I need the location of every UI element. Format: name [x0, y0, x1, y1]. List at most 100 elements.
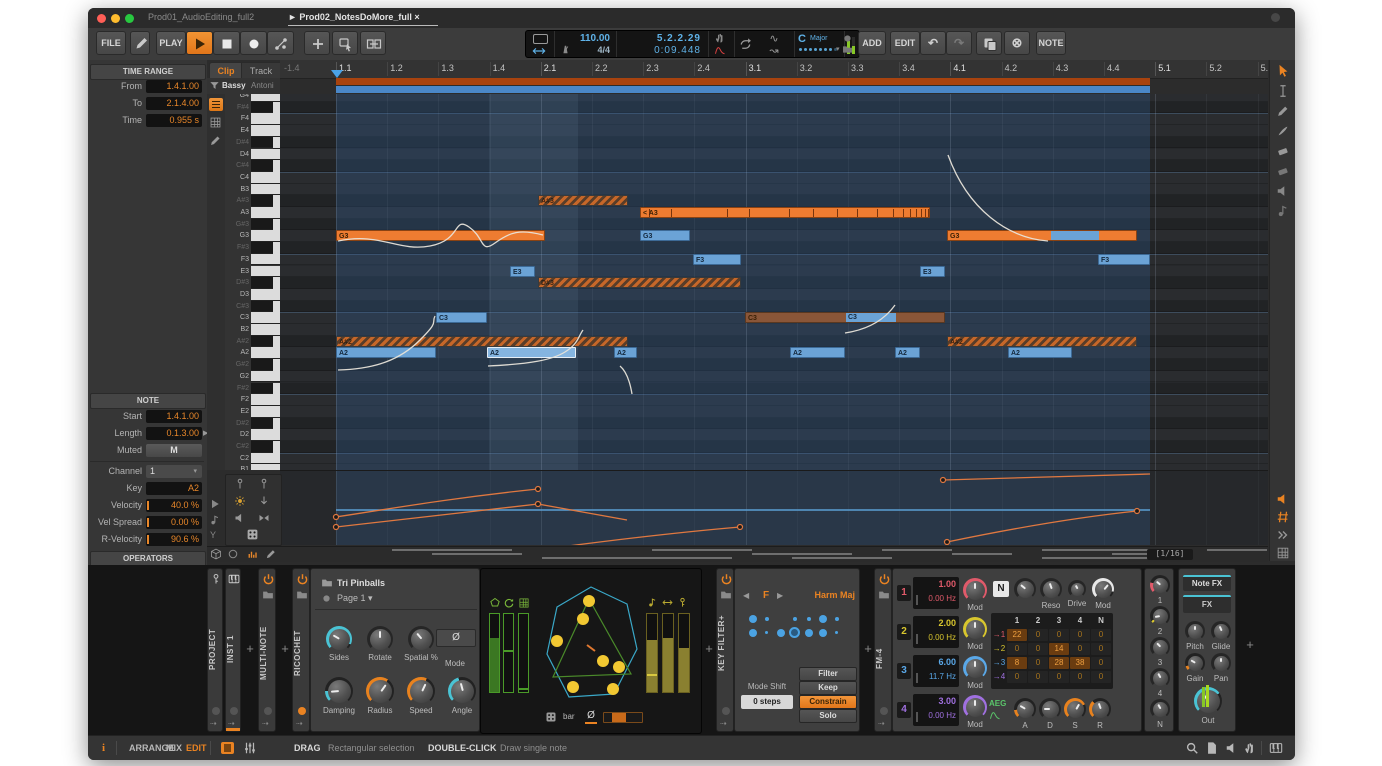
- op-freq[interactable]: 11.7 Hz: [913, 672, 956, 683]
- scale-name[interactable]: Harm Maj: [797, 590, 855, 602]
- ricochet-dice-icon[interactable]: [545, 711, 557, 723]
- track-name-1[interactable]: Bassy: [222, 81, 252, 92]
- stop-button[interactable]: [213, 31, 240, 55]
- view-mix[interactable]: MIX: [166, 743, 182, 754]
- piano-key-row[interactable]: F#2: [225, 383, 280, 395]
- pointer-tool-icon[interactable]: [1276, 64, 1290, 78]
- midi-note[interactable]: A2: [1008, 347, 1072, 358]
- matrix-cell[interactable]: 14: [1049, 643, 1069, 655]
- fm-out-knob-n[interactable]: [1150, 699, 1170, 719]
- op-ratio[interactable]: 1.00: [913, 579, 956, 590]
- white-key[interactable]: [251, 289, 280, 301]
- swing-wave[interactable]: ∿: [760, 32, 788, 44]
- device-indicator[interactable]: [880, 707, 888, 715]
- scale-dot[interactable]: [819, 615, 827, 623]
- view-edit[interactable]: EDIT: [186, 743, 207, 754]
- scale-dot[interactable]: [765, 617, 769, 621]
- midi-note[interactable]: E3: [920, 266, 945, 277]
- midi-note[interactable]: G3: [640, 230, 690, 241]
- undo-button[interactable]: ↶: [920, 31, 946, 55]
- op-mod-knob[interactable]: [963, 617, 987, 641]
- piano-key-row[interactable]: D3: [225, 289, 280, 301]
- display-slider[interactable]: [678, 613, 690, 693]
- channel-field[interactable]: 1▾: [146, 465, 202, 478]
- ricochet-knob-sides[interactable]: [326, 626, 352, 652]
- matrix-cell[interactable]: 0: [1028, 643, 1048, 655]
- op-ratio[interactable]: 3.00: [913, 696, 956, 707]
- page-icon[interactable]: [321, 593, 332, 604]
- scale-dot[interactable]: [835, 617, 839, 621]
- layer-icon[interactable]: [210, 548, 222, 560]
- white-key[interactable]: [251, 371, 280, 383]
- fm-drive-knob[interactable]: [1068, 580, 1086, 598]
- pencil-tool-icon[interactable]: [1276, 104, 1290, 118]
- black-key[interactable]: [251, 336, 273, 348]
- fm-reso-knob[interactable]: [1040, 578, 1062, 600]
- midi-note[interactable]: G3: [947, 230, 1137, 241]
- white-key[interactable]: [251, 113, 280, 125]
- scale-dot[interactable]: [777, 629, 785, 637]
- piano-key-row[interactable]: G#3: [225, 219, 280, 231]
- device-indicator[interactable]: [230, 707, 238, 715]
- ricochet-knob-spatial[interactable]: [408, 626, 434, 652]
- midi-note[interactable]: A#3: [538, 195, 628, 206]
- snap-grid-icon[interactable]: [1276, 510, 1290, 524]
- automation-follow-button[interactable]: [267, 31, 294, 55]
- duplicate-button[interactable]: [976, 31, 1002, 55]
- add-device-button[interactable]: +: [862, 641, 874, 655]
- keyboard-toggle-icon[interactable]: [1276, 546, 1290, 560]
- fm-n-button[interactable]: N: [993, 581, 1009, 597]
- play-menu-button[interactable]: PLAY: [156, 31, 186, 55]
- op-mod-knob[interactable]: [963, 656, 987, 680]
- scale-root[interactable]: F: [759, 590, 773, 602]
- white-key[interactable]: [251, 429, 280, 441]
- key-field[interactable]: A2: [146, 482, 202, 495]
- play-button[interactable]: [186, 31, 213, 55]
- white-key[interactable]: [251, 394, 280, 406]
- piano-key-row[interactable]: F#4: [225, 102, 280, 114]
- piano-key-row[interactable]: D4: [225, 149, 280, 161]
- fade-expression-icon[interactable]: [258, 512, 270, 524]
- add-device-button[interactable]: +: [244, 641, 256, 655]
- piano-key-row[interactable]: B2: [225, 324, 280, 336]
- op-mod-knob[interactable]: [963, 695, 987, 719]
- tab-prod01[interactable]: Prod01_AudioEditing_full2: [148, 12, 278, 25]
- swing-red-icon[interactable]: [714, 44, 726, 56]
- black-key[interactable]: [251, 383, 273, 395]
- virtual-keyboard-icon[interactable]: [1269, 741, 1283, 755]
- scale-dot[interactable]: [765, 631, 768, 634]
- piano-key-row[interactable]: F#3: [225, 242, 280, 254]
- midi-note[interactable]: C3: [436, 312, 487, 323]
- tab-prod02[interactable]: ► Prod02_NotesDoMore_full ×: [288, 12, 438, 26]
- scale-dot[interactable]: [789, 627, 800, 638]
- close-traffic-light[interactable]: [97, 14, 106, 23]
- fx-slot[interactable]: FX: [1183, 595, 1231, 613]
- piano-key-row[interactable]: C#4: [225, 160, 280, 172]
- fm-out-knob-1[interactable]: [1150, 575, 1170, 595]
- device-multi-note[interactable]: MULTI-NOTE⇢: [258, 568, 276, 732]
- audio-preview-icon[interactable]: [1225, 741, 1239, 755]
- pitch-knob[interactable]: [1185, 621, 1205, 641]
- key-scale[interactable]: Major: [810, 35, 840, 44]
- white-key[interactable]: [251, 172, 280, 184]
- piano-key-row[interactable]: E4: [225, 125, 280, 137]
- op-freq[interactable]: 0.00 Hz: [913, 594, 956, 605]
- adsr-s-knob[interactable]: [1064, 698, 1086, 720]
- vel-spread-field[interactable]: 0.00 %: [146, 516, 202, 529]
- loop-icon[interactable]: [738, 37, 753, 52]
- draw-tool-icon[interactable]: [209, 134, 222, 147]
- playstart-marker[interactable]: [331, 70, 343, 78]
- ricochet-knob-angle[interactable]: [448, 677, 476, 705]
- piano-key-row[interactable]: C4: [225, 172, 280, 184]
- fold-grid-icon[interactable]: [209, 116, 222, 129]
- add-device-button[interactable]: +: [279, 641, 291, 655]
- time-range-header[interactable]: TIME RANGE: [90, 64, 206, 80]
- edit-menu-button[interactable]: EDIT: [890, 31, 920, 55]
- swing-arrow[interactable]: ↝: [760, 44, 788, 56]
- black-key[interactable]: [251, 418, 273, 430]
- midi-note[interactable]: A2: [790, 347, 845, 358]
- white-key[interactable]: [251, 125, 280, 137]
- scale-dot[interactable]: [805, 629, 813, 637]
- scale-dot[interactable]: [819, 629, 827, 637]
- adsr-d-knob[interactable]: [1039, 698, 1061, 720]
